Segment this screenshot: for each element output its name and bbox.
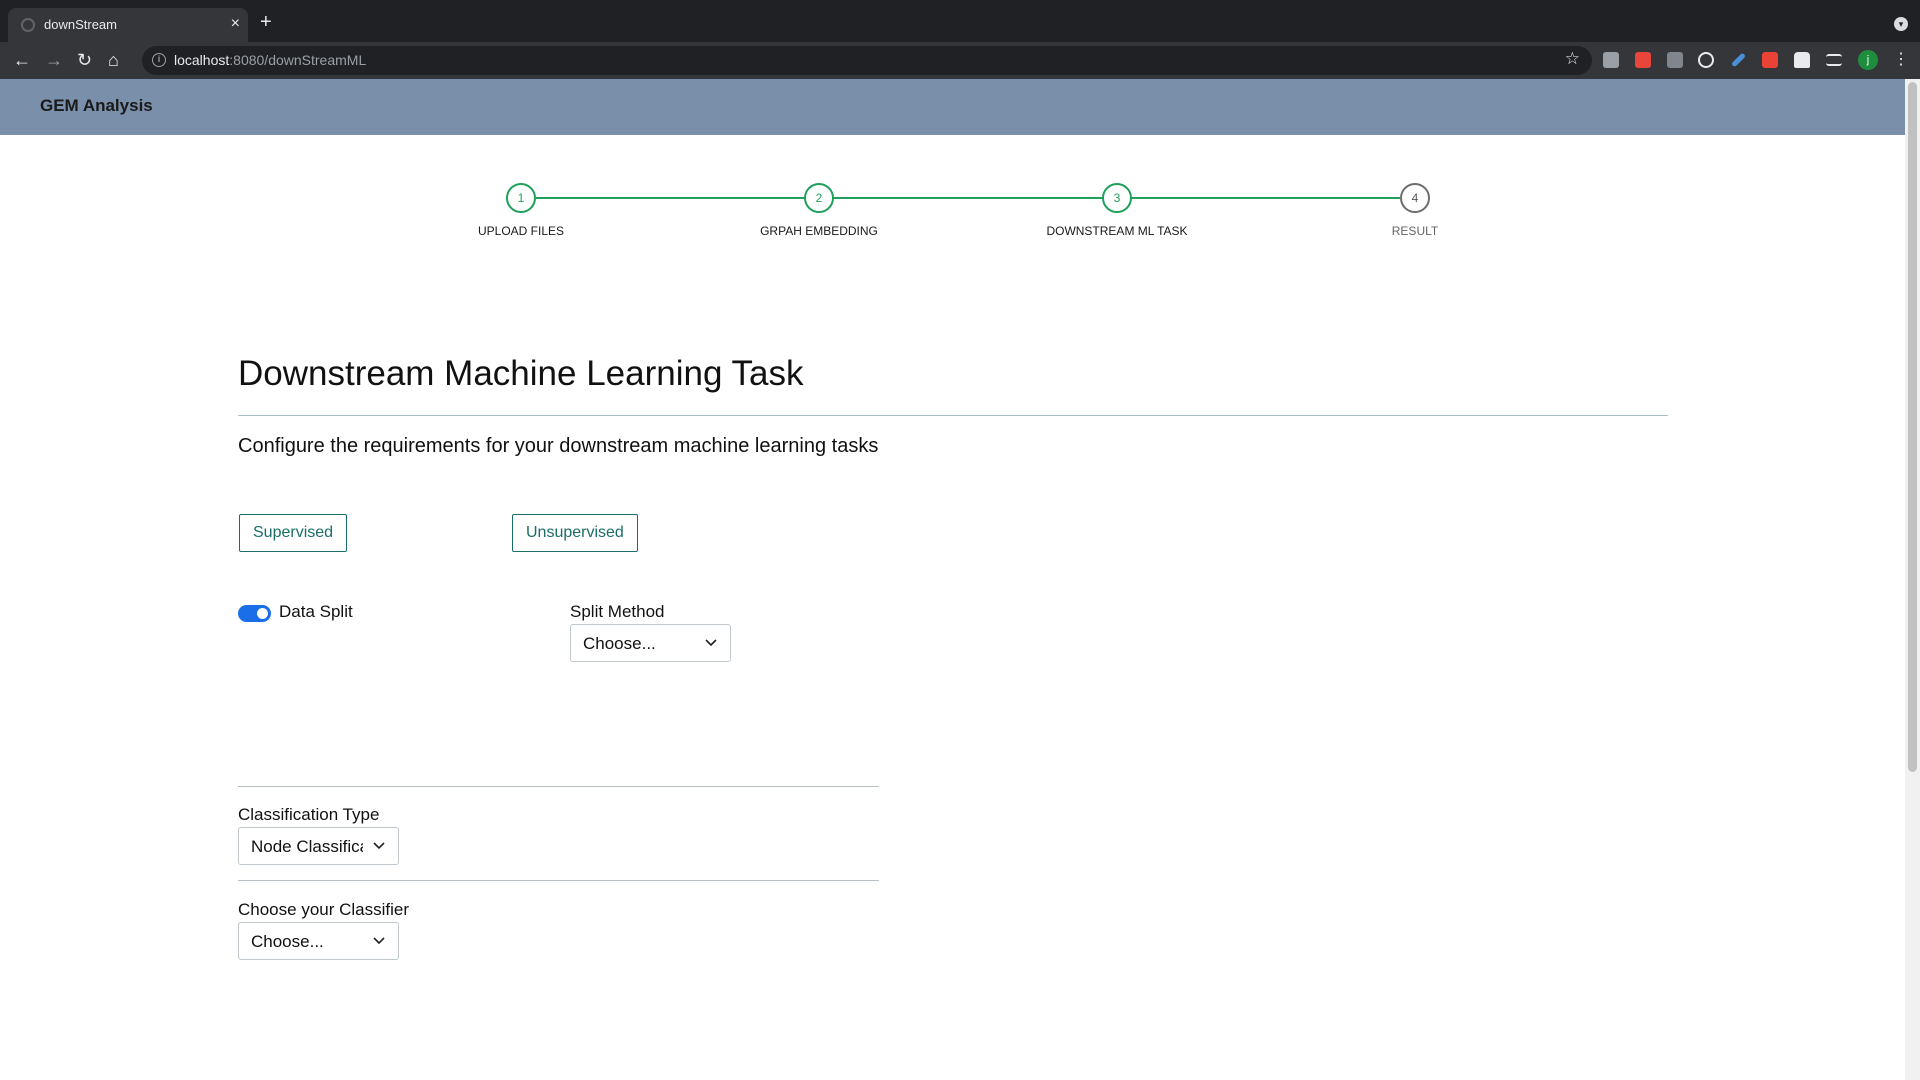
step-2-circle[interactable]: 2 bbox=[804, 183, 834, 213]
page-title: Downstream Machine Learning Task bbox=[238, 354, 804, 393]
url-text[interactable]: localhost:8080/downStreamML bbox=[174, 52, 366, 68]
tab-close-icon[interactable]: × bbox=[231, 14, 240, 34]
stepper-connector bbox=[834, 197, 1102, 199]
scrollbar-thumb[interactable] bbox=[1908, 82, 1917, 772]
page-scrollbar[interactable] bbox=[1905, 79, 1920, 1080]
red-extension-icon[interactable] bbox=[1635, 52, 1651, 68]
classification-type-value: Node Classification bbox=[251, 837, 363, 856]
chevron-down-icon bbox=[373, 842, 385, 850]
tab-favicon-icon bbox=[21, 18, 35, 32]
back-icon[interactable]: ← bbox=[13, 50, 31, 70]
home-icon[interactable]: ⌂ bbox=[108, 50, 119, 70]
reading-list-icon[interactable] bbox=[1826, 54, 1842, 66]
pink-extension-icon[interactable] bbox=[1762, 52, 1778, 68]
browser-tab-strip: downStream × + ▾ bbox=[0, 0, 1920, 42]
unsupervised-button[interactable]: Unsupervised bbox=[512, 514, 638, 552]
stepper-connector bbox=[1132, 197, 1400, 199]
tab-title: downStream bbox=[44, 17, 117, 32]
classification-type-label: Classification Type bbox=[238, 805, 380, 824]
step-4-label: RESULT bbox=[1391, 224, 1439, 238]
app-title: GEM Analysis bbox=[40, 96, 153, 115]
chevron-down-icon bbox=[705, 639, 717, 647]
split-method-select[interactable]: Choose... bbox=[570, 624, 731, 662]
app-header: GEM Analysis bbox=[0, 79, 1905, 135]
supervised-button[interactable]: Supervised bbox=[239, 514, 348, 552]
step-1-label: UPLOAD FILES bbox=[477, 224, 565, 238]
new-tab-icon[interactable]: + bbox=[260, 12, 272, 32]
browser-tab[interactable]: downStream × bbox=[8, 8, 248, 42]
classification-type-select[interactable]: Node Classification bbox=[238, 827, 399, 865]
step-3-circle[interactable]: 3 bbox=[1102, 183, 1132, 213]
puzzle-extensions-icon[interactable] bbox=[1794, 52, 1810, 68]
section-divider bbox=[238, 786, 879, 787]
step-2-label: GRPAH EMBEDDING bbox=[760, 224, 878, 238]
browser-toolbar: ← → ↻ ⌂ i localhost:8080/downStreamML ☆ … bbox=[0, 42, 1920, 79]
camera-extension-icon[interactable] bbox=[1603, 52, 1619, 68]
profile-avatar[interactable]: j bbox=[1858, 50, 1878, 70]
pen-extension-icon[interactable] bbox=[1731, 52, 1746, 68]
page-content: GEM Analysis 1 2 3 4 UPLOAD FILES GRPAH … bbox=[0, 79, 1905, 1080]
reload-icon[interactable]: ↻ bbox=[77, 50, 92, 70]
site-info-icon[interactable]: i bbox=[152, 53, 166, 67]
forward-icon[interactable]: → bbox=[45, 50, 63, 70]
tab-search-icon[interactable]: ▾ bbox=[1894, 17, 1908, 31]
chevron-down-icon bbox=[373, 937, 385, 945]
data-split-toggle[interactable] bbox=[238, 605, 271, 622]
step-3-label: DOWNSTREAM ML TASK bbox=[1046, 224, 1188, 238]
split-method-value: Choose... bbox=[583, 634, 656, 653]
step-1-circle[interactable]: 1 bbox=[506, 183, 536, 213]
data-split-label: Data Split bbox=[279, 602, 353, 621]
classifier-select[interactable]: Choose... bbox=[238, 922, 399, 960]
toggle-knob bbox=[257, 608, 268, 619]
step-4-circle[interactable]: 4 bbox=[1400, 183, 1430, 213]
react-extension-icon[interactable] bbox=[1698, 52, 1714, 68]
address-bar[interactable]: i localhost:8080/downStreamML ☆ bbox=[142, 46, 1592, 75]
section-divider bbox=[238, 880, 879, 881]
page-subtitle: Configure the requirements for your down… bbox=[238, 435, 879, 457]
split-method-label: Split Method bbox=[570, 602, 665, 621]
browser-menu-icon[interactable]: ⋮ bbox=[1893, 50, 1909, 70]
gray-extension-icon[interactable] bbox=[1667, 52, 1683, 68]
classifier-label: Choose your Classifier bbox=[238, 900, 410, 919]
classifier-value: Choose... bbox=[251, 932, 324, 951]
stepper-connector bbox=[536, 197, 804, 199]
title-divider bbox=[238, 415, 1668, 416]
bookmark-star-icon[interactable]: ☆ bbox=[1565, 49, 1580, 69]
